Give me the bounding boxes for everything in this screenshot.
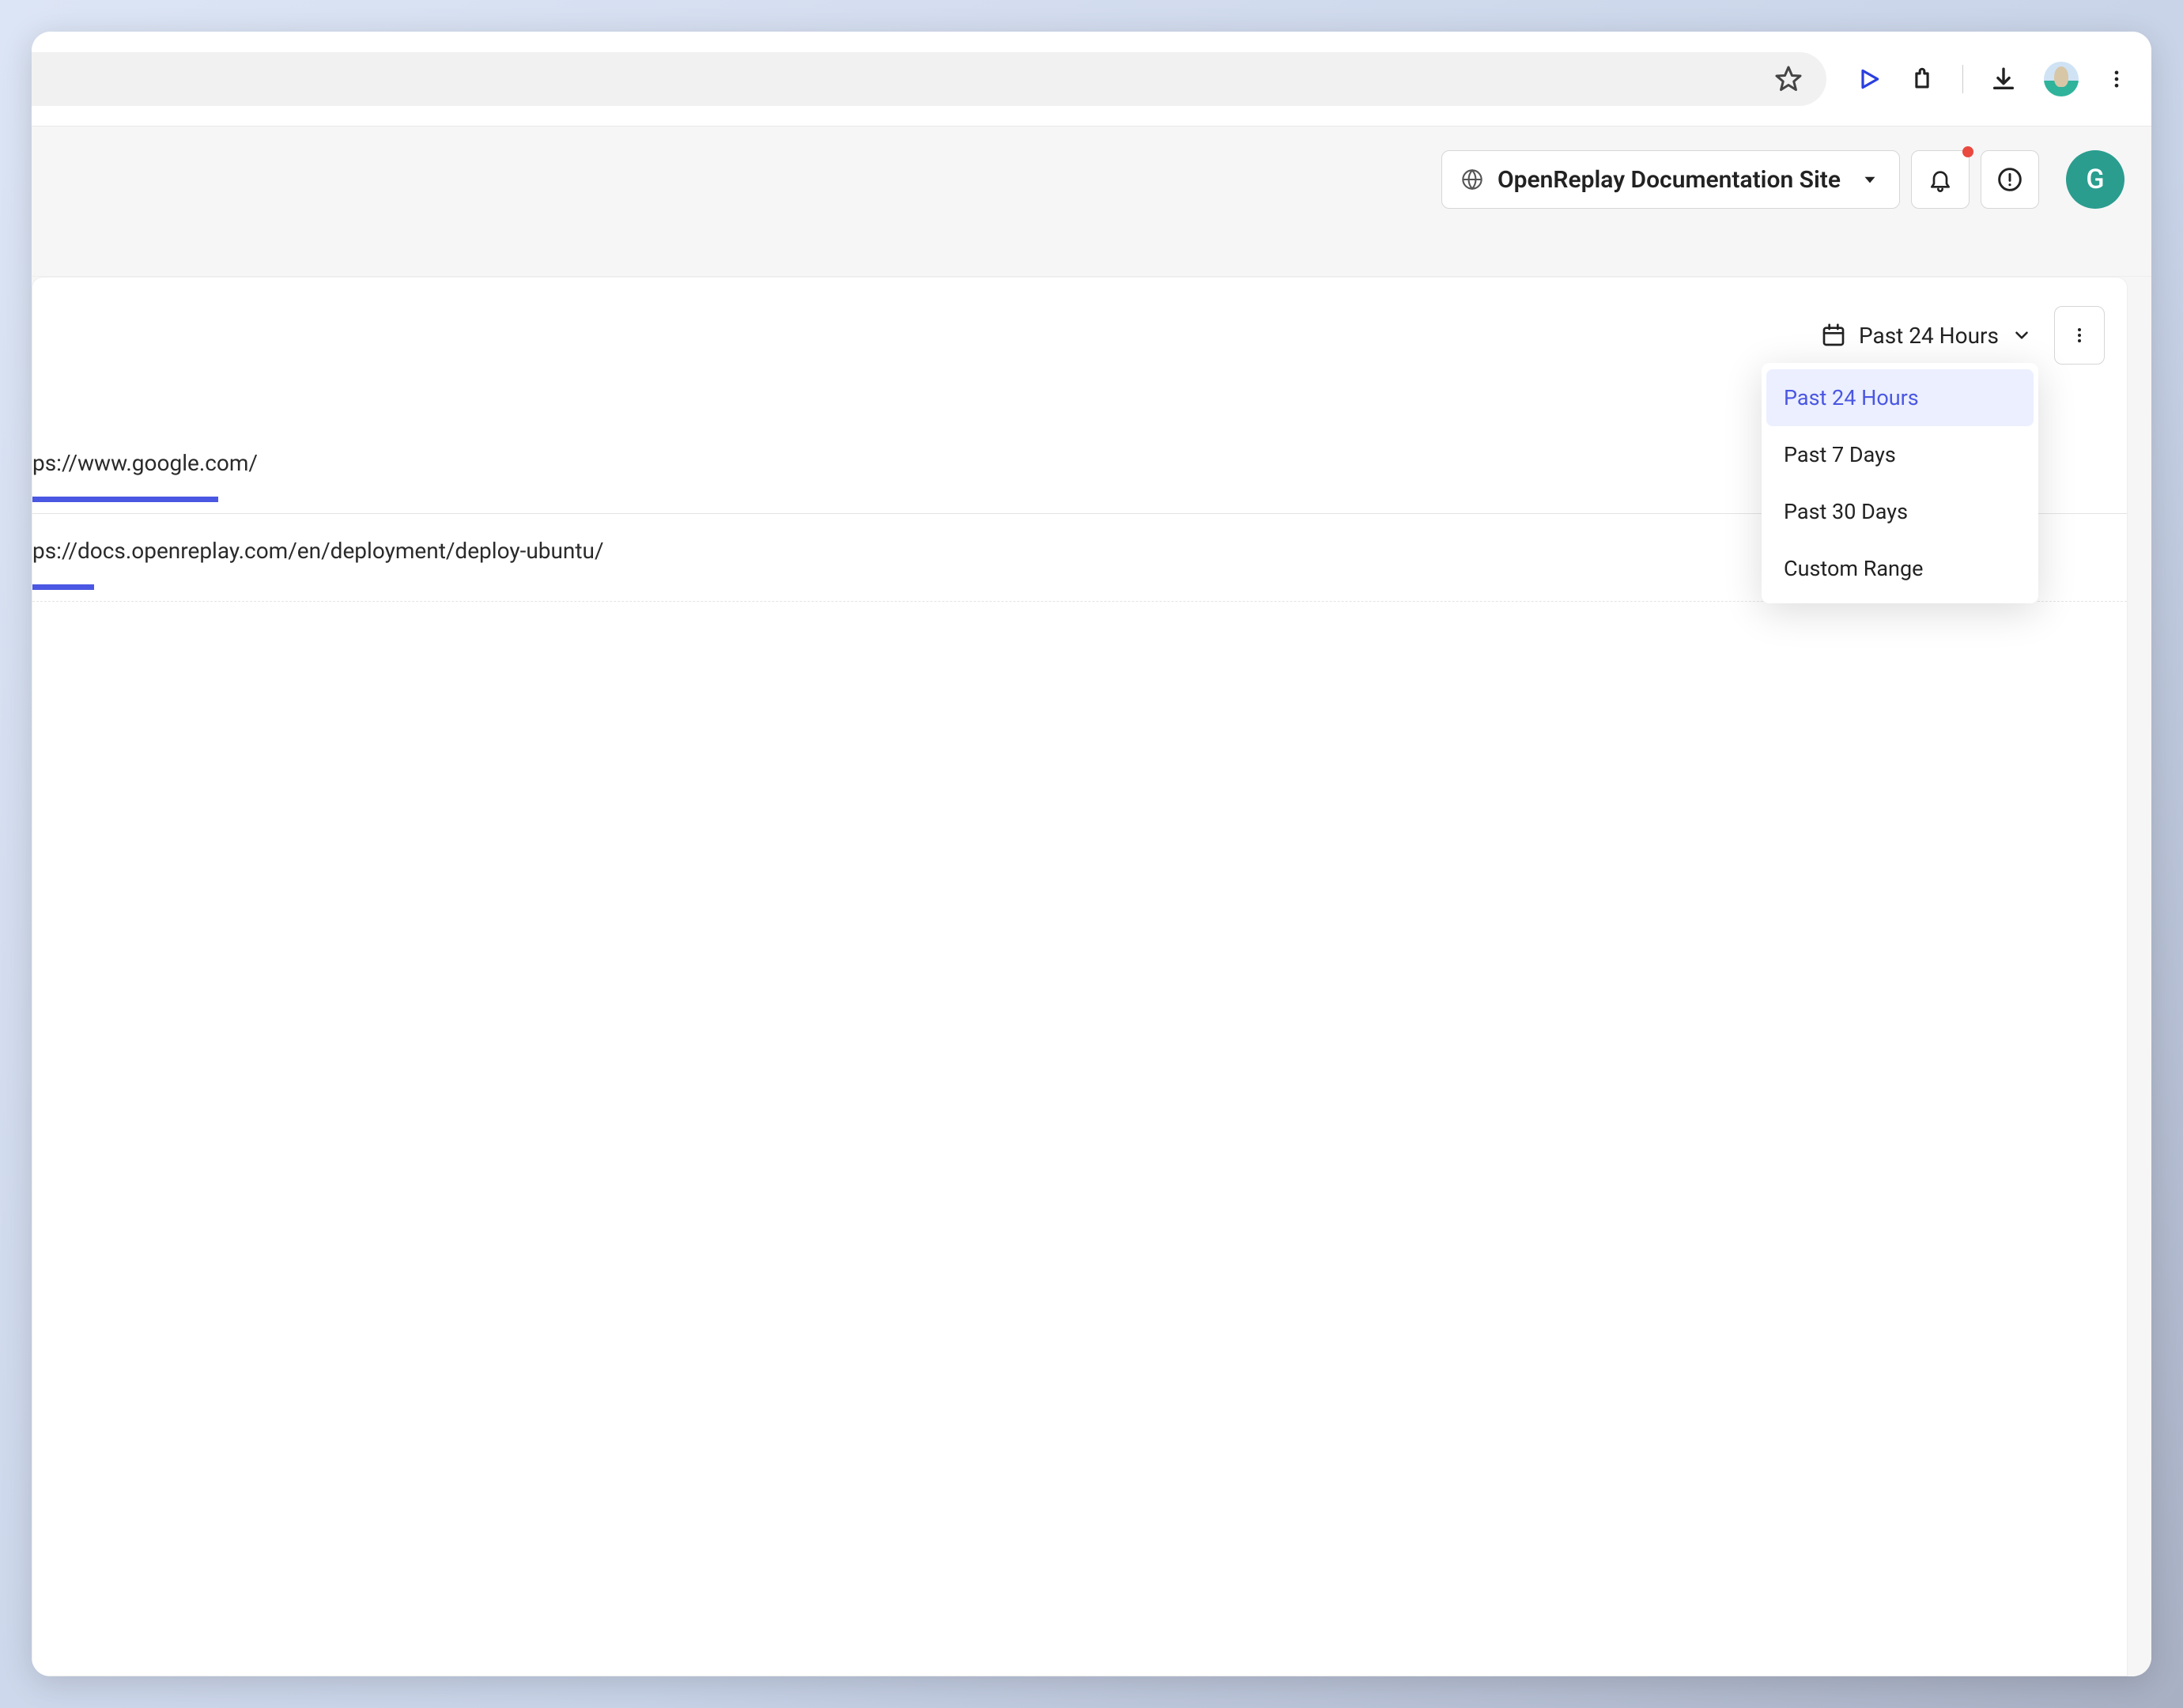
alert-icon [1997,167,2022,192]
project-name: OpenReplay Documentation Site [1498,166,1841,194]
kebab-icon[interactable] [2106,68,2128,90]
panel: Past 24 Hours Past 24 Hours Past 7 Days … [32,277,2128,1676]
app-header: OpenReplay Documentation Site G [32,127,2151,277]
divider [1962,65,1963,93]
omnibox[interactable] [32,52,1826,106]
panel-menu-button[interactable] [2054,306,2105,365]
dropdown-option-custom[interactable]: Custom Range [1762,540,2038,597]
browser-window: OpenReplay Documentation Site G [32,32,2151,1676]
dropdown-option-24h[interactable]: Past 24 Hours [1766,369,2034,426]
calendar-icon [1821,323,1846,348]
user-avatar[interactable]: G [2066,150,2124,209]
content-area: Past 24 Hours Past 24 Hours Past 7 Days … [32,277,2151,1676]
url-text: ps://docs.openreplay.com/en/deployment/d… [32,538,604,564]
globe-icon [1461,168,1483,191]
date-range-dropdown: Past 24 Hours Past 7 Days Past 30 Days C… [1762,363,2038,603]
star-icon[interactable] [1774,65,1803,93]
kebab-icon [2070,323,2089,347]
alert-button[interactable] [1981,150,2039,209]
dropdown-option-7d[interactable]: Past 7 Days [1762,426,2038,483]
notification-dot [1962,146,1973,157]
dropdown-option-30d[interactable]: Past 30 Days [1762,483,2038,540]
play-icon[interactable] [1856,66,1882,92]
browser-actions [1834,62,2136,96]
notifications-button[interactable] [1911,150,1970,209]
caret-down-icon [1860,169,1880,190]
bar-fill [32,497,218,502]
avatar-initial: G [2086,164,2104,195]
chevron-down-icon [2011,325,2032,346]
project-switcher[interactable]: OpenReplay Documentation Site [1441,150,1900,209]
url-text: ps://www.google.com/ [32,450,258,476]
date-range-trigger[interactable]: Past 24 Hours [1818,318,2035,353]
browser-profile-avatar[interactable] [2044,62,2079,96]
bar-fill [32,584,94,590]
bell-icon [1928,167,1953,192]
extension-icon[interactable] [1909,66,1936,93]
date-range-label: Past 24 Hours [1859,323,1999,349]
browser-chrome [32,32,2151,127]
download-icon[interactable] [1990,66,2017,93]
